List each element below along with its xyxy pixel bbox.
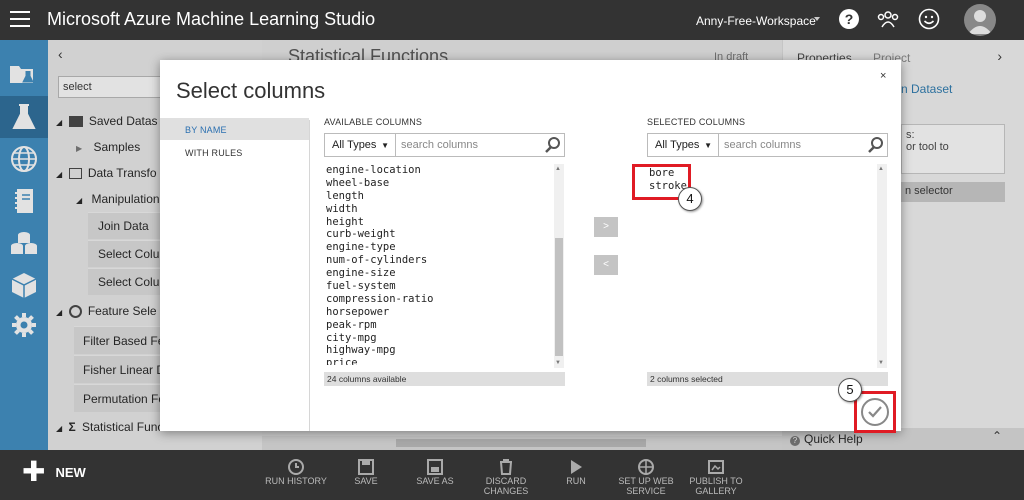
discard-changes-button[interactable]: DISCARD CHANGES [470,458,542,496]
search-icon[interactable] [867,136,885,154]
plus-icon: ✚ [22,456,46,487]
toolbar-label: SET UP WEB SERVICE [618,476,674,496]
play-icon [571,460,582,474]
toolbar-label: SAVE [354,476,378,486]
top-bar: Microsoft Azure Machine Learning Studio … [0,0,1024,40]
scrollbar-thumb[interactable] [555,238,563,356]
gallery-icon [708,460,724,474]
list-item[interactable]: width [326,203,564,216]
new-button-label: NEW [55,464,86,480]
run-history-button[interactable]: RUN HISTORY [260,458,332,486]
selected-columns-search-input[interactable]: search columns [718,133,888,157]
list-item[interactable]: horsepower [326,306,564,319]
avatar[interactable] [964,4,996,36]
available-columns-count: 24 columns available [324,372,565,386]
toolbar-label: DISCARD CHANGES [483,476,529,496]
move-left-button[interactable]: < [594,255,618,275]
list-item[interactable]: num-of-cylinders [326,254,564,267]
available-list-scrollbar[interactable]: ▲ ▼ [554,164,564,368]
type-filter-value: All Types [332,139,377,151]
scroll-down-icon[interactable]: ▼ [555,360,561,366]
save-as-button[interactable]: SAVE AS [399,458,471,486]
trash-icon [500,459,512,475]
list-item[interactable]: engine-type [326,241,564,254]
available-columns-header: AVAILABLE COLUMNS [324,117,423,127]
community-icon[interactable] [877,8,899,30]
scroll-up-icon[interactable]: ▲ [878,166,884,172]
confirm-check-button[interactable] [859,396,891,428]
selected-columns-header: SELECTED COLUMNS [647,117,746,127]
set-up-web-service-button[interactable]: SET UP WEB SERVICE [610,458,682,496]
smiley-feedback-icon[interactable] [918,8,940,30]
list-item[interactable]: wheel-base [326,177,564,190]
dialog-title: Select columns [176,78,326,103]
svg-text:?: ? [845,11,854,27]
new-button[interactable]: ✚ NEW [22,456,86,487]
toolbar-label: PUBLISH TO GALLERY [689,476,743,496]
move-right-button[interactable]: > [594,217,618,237]
type-filter-value: All Types [655,139,700,151]
tab-with-rules[interactable]: WITH RULES [160,141,309,163]
available-columns-search-input[interactable]: search columns [395,133,565,157]
run-button[interactable]: RUN [540,458,612,486]
search-placeholder: search columns [724,139,802,151]
hamburger-menu-icon[interactable] [10,11,30,27]
search-icon[interactable] [544,136,562,154]
list-item[interactable]: compression-ratio [326,293,564,306]
available-columns-list[interactable]: engine-location wheel-base length width … [324,163,564,369]
workspace-selector[interactable]: Anny-Free-Workspace [696,14,816,28]
bottom-toolbar: ✚ NEW RUN HISTORY SAVE SAVE AS DISCARD C… [0,450,1024,500]
clock-icon [288,459,304,475]
list-item[interactable]: fuel-system [326,280,564,293]
annotation-step-badge: 4 [678,187,702,211]
tab-by-name[interactable]: BY NAME [160,118,309,140]
list-item[interactable]: engine-size [326,267,564,280]
publish-to-gallery-button[interactable]: PUBLISH TO GALLERY [680,458,752,496]
scroll-down-icon[interactable]: ▼ [878,360,884,366]
selected-list-scrollbar[interactable]: ▲ ▼ [877,164,887,368]
list-item[interactable]: city-mpg [326,332,564,345]
list-item[interactable]: height [326,216,564,229]
selected-type-filter[interactable]: All Types ▼ [647,133,719,157]
list-item[interactable]: peak-rpm [326,319,564,332]
list-item[interactable]: length [326,190,564,203]
toolbar-label: RUN HISTORY [265,476,327,486]
save-icon [358,459,374,475]
select-columns-dialog: Select columns × BY NAME WITH RULES AVAI… [160,60,901,433]
chevron-down-icon[interactable] [814,17,820,21]
app-title: Microsoft Azure Machine Learning Studio [47,9,376,29]
toolbar-label: SAVE AS [416,476,454,486]
save-button[interactable]: SAVE [330,458,402,486]
scroll-up-icon[interactable]: ▲ [555,166,561,172]
dropdown-arrow-icon: ▼ [381,141,389,150]
help-icon[interactable]: ? [838,8,860,30]
close-icon[interactable]: × [880,70,886,82]
list-item[interactable]: engine-location [326,164,564,177]
dialog-divider [309,120,310,431]
available-type-filter[interactable]: All Types ▼ [324,133,396,157]
list-item[interactable]: curb-weight [326,228,564,241]
save-as-icon [427,459,443,475]
list-item[interactable]: highway-mpg [326,344,564,357]
globe-icon [638,459,654,475]
toolbar-label: RUN [566,476,586,486]
dropdown-arrow-icon: ▼ [704,141,712,150]
list-item[interactable]: price [326,357,564,365]
search-placeholder: search columns [401,139,479,151]
